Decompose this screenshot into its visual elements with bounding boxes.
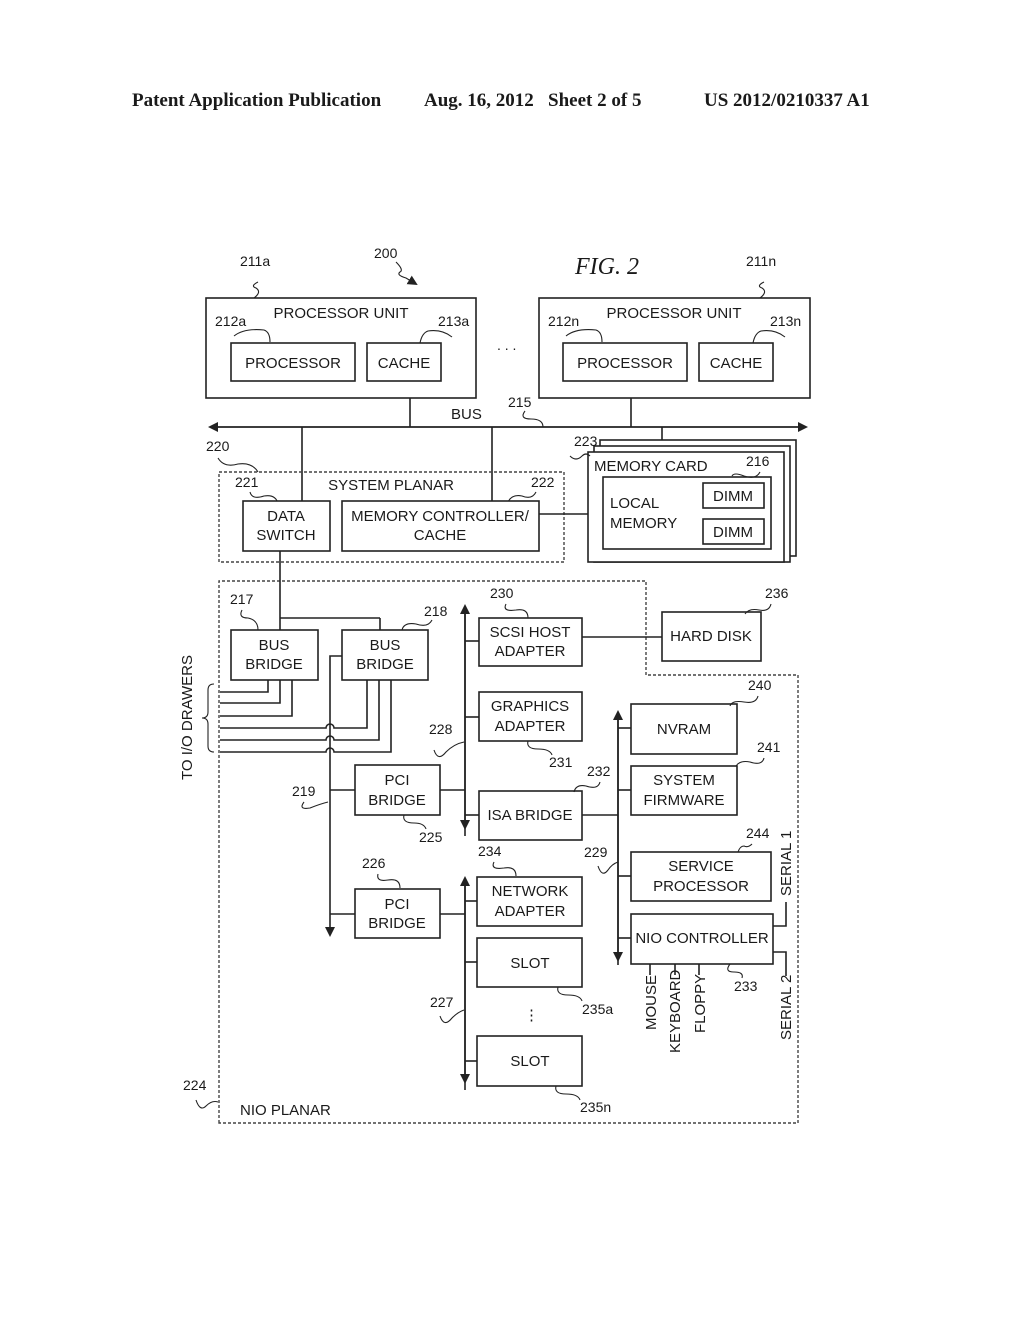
memory-card: 223 MEMORY CARD 216 LOCAL MEMORY DIMM DI… — [569, 433, 797, 563]
ref-219: 219 — [292, 783, 316, 799]
service-processor-line1: SERVICE — [668, 858, 734, 875]
memory-controller-line1: MEMORY CONTROLLER/ — [351, 508, 530, 525]
nio-planar-label: NIO PLANAR — [240, 1102, 331, 1119]
serial-1-label: SERIAL 1 — [778, 831, 795, 896]
scsi-line2: ADAPTER — [495, 643, 566, 660]
ref-216: 216 — [746, 453, 770, 469]
graphics-line1: GRAPHICS — [491, 698, 569, 715]
keyboard-label: KEYBOARD — [667, 969, 684, 1053]
slot-ellipsis: ⋮ — [524, 1007, 539, 1024]
ref-231: 231 — [549, 754, 573, 770]
processor-unit-label: PROCESSOR UNIT — [606, 305, 741, 322]
ref-218: 218 — [424, 603, 448, 619]
service-processor-line2: PROCESSOR — [653, 878, 749, 895]
dimm-1: DIMM — [713, 488, 753, 505]
memory-controller-line2: CACHE — [414, 527, 467, 544]
ref-223: 223 — [574, 433, 598, 449]
ref-240: 240 — [748, 677, 772, 693]
bus-label: BUS — [451, 406, 482, 423]
processor-n-label: PROCESSOR — [577, 355, 673, 372]
scsi-line1: SCSI HOST — [490, 624, 571, 641]
nio-controller-label: NIO CONTROLLER — [635, 930, 769, 947]
network-line1: NETWORK — [492, 883, 569, 900]
system-planar-label: SYSTEM PLANAR — [328, 477, 454, 494]
memory-card-label: MEMORY CARD — [594, 458, 708, 475]
local-memory-line1: LOCAL — [610, 495, 659, 512]
ref-222: 222 — [531, 474, 555, 490]
processor-a-label: PROCESSOR — [245, 355, 341, 372]
ref-213n: 213n — [770, 313, 801, 329]
ref-234: 234 — [478, 843, 502, 859]
ref-229: 229 — [584, 844, 608, 860]
bus-bridge-1-line1: BUS — [259, 637, 290, 654]
ref-235a: 235a — [582, 1001, 613, 1017]
ref-230: 230 — [490, 585, 514, 601]
hard-disk-label: HARD DISK — [670, 628, 752, 645]
ref-211a: 211a — [240, 253, 270, 269]
pci-bridge-2-line2: BRIDGE — [368, 915, 426, 932]
dimm-2: DIMM — [713, 524, 753, 541]
ref-244: 244 — [746, 825, 770, 841]
ref-217: 217 — [230, 591, 254, 607]
cache-a-label: CACHE — [378, 355, 431, 372]
figure-title: FIG. 2 — [574, 254, 639, 280]
slot-n-label: SLOT — [510, 1053, 549, 1070]
firmware-line2: FIRMWARE — [643, 792, 724, 809]
serial-2-label: SERIAL 2 — [778, 975, 795, 1040]
pci-bridge-2-line1: PCI — [384, 896, 409, 913]
network-line2: ADAPTER — [495, 903, 566, 920]
ref-212a: 212a — [215, 313, 246, 329]
isa-bus-229: 229 NVRAM 240 SYSTEM FIRMWARE 241 SERVIC… — [584, 677, 795, 1053]
data-switch-line2: SWITCH — [256, 527, 315, 544]
processor-unit-a: PROCESSOR UNIT 211a 212a PROCESSOR 213a … — [205, 253, 477, 399]
processor-unit-label: PROCESSOR UNIT — [273, 305, 408, 322]
ref-212n: 212n — [548, 313, 579, 329]
ref-200: 200 — [374, 245, 398, 261]
ref-220: 220 — [206, 438, 230, 454]
isa-bridge-label: ISA BRIDGE — [487, 807, 572, 824]
ref-211n: 211n — [746, 253, 776, 269]
ref-221: 221 — [235, 474, 259, 490]
bus-bridge-2-line2: BRIDGE — [356, 656, 414, 673]
ref-241: 241 — [757, 739, 781, 755]
ref-224: 224 — [183, 1077, 207, 1093]
ref-215: 215 — [508, 394, 532, 410]
ref-227: 227 — [430, 994, 454, 1010]
mouse-label: MOUSE — [643, 975, 660, 1030]
pci-bridge-1-line1: PCI — [384, 772, 409, 789]
bus-bridge-1-line2: BRIDGE — [245, 656, 303, 673]
block-diagram: FIG. 2 200 PROCESSOR UNIT 211a 212a PROC… — [179, 245, 811, 1124]
io-drawers-label: TO I/O DRAWERS — [179, 655, 196, 780]
ref-200-arrow — [395, 261, 418, 286]
graphics-line2: ADAPTER — [495, 718, 566, 735]
ref-235n: 235n — [580, 1099, 611, 1115]
ellipsis: . . . — [497, 337, 516, 353]
ref-233: 233 — [734, 978, 758, 994]
floppy-label: FLOPPY — [692, 974, 709, 1033]
ref-225: 225 — [419, 829, 443, 845]
ref-228: 228 — [429, 721, 453, 737]
pci-bus-227: 226 PCI BRIDGE 234 NETWORK ADAPTER SLOT … — [330, 843, 613, 1115]
nvram-label: NVRAM — [657, 721, 711, 738]
cache-n-label: CACHE — [710, 355, 763, 372]
slot-a-label: SLOT — [510, 955, 549, 972]
system-planar: 220 SYSTEM PLANAR 221 DATA SWITCH 222 ME… — [206, 438, 603, 563]
ref-226: 226 — [362, 855, 386, 871]
pci-bridge-1-line2: BRIDGE — [368, 792, 426, 809]
ref-213a: 213a — [438, 313, 469, 329]
data-switch-line1: DATA — [267, 508, 305, 525]
ref-236: 236 — [765, 585, 789, 601]
firmware-line1: SYSTEM — [653, 772, 715, 789]
ref-232: 232 — [587, 763, 611, 779]
local-memory-line2: MEMORY — [610, 515, 677, 532]
bus-bridge-2-line1: BUS — [370, 637, 401, 654]
